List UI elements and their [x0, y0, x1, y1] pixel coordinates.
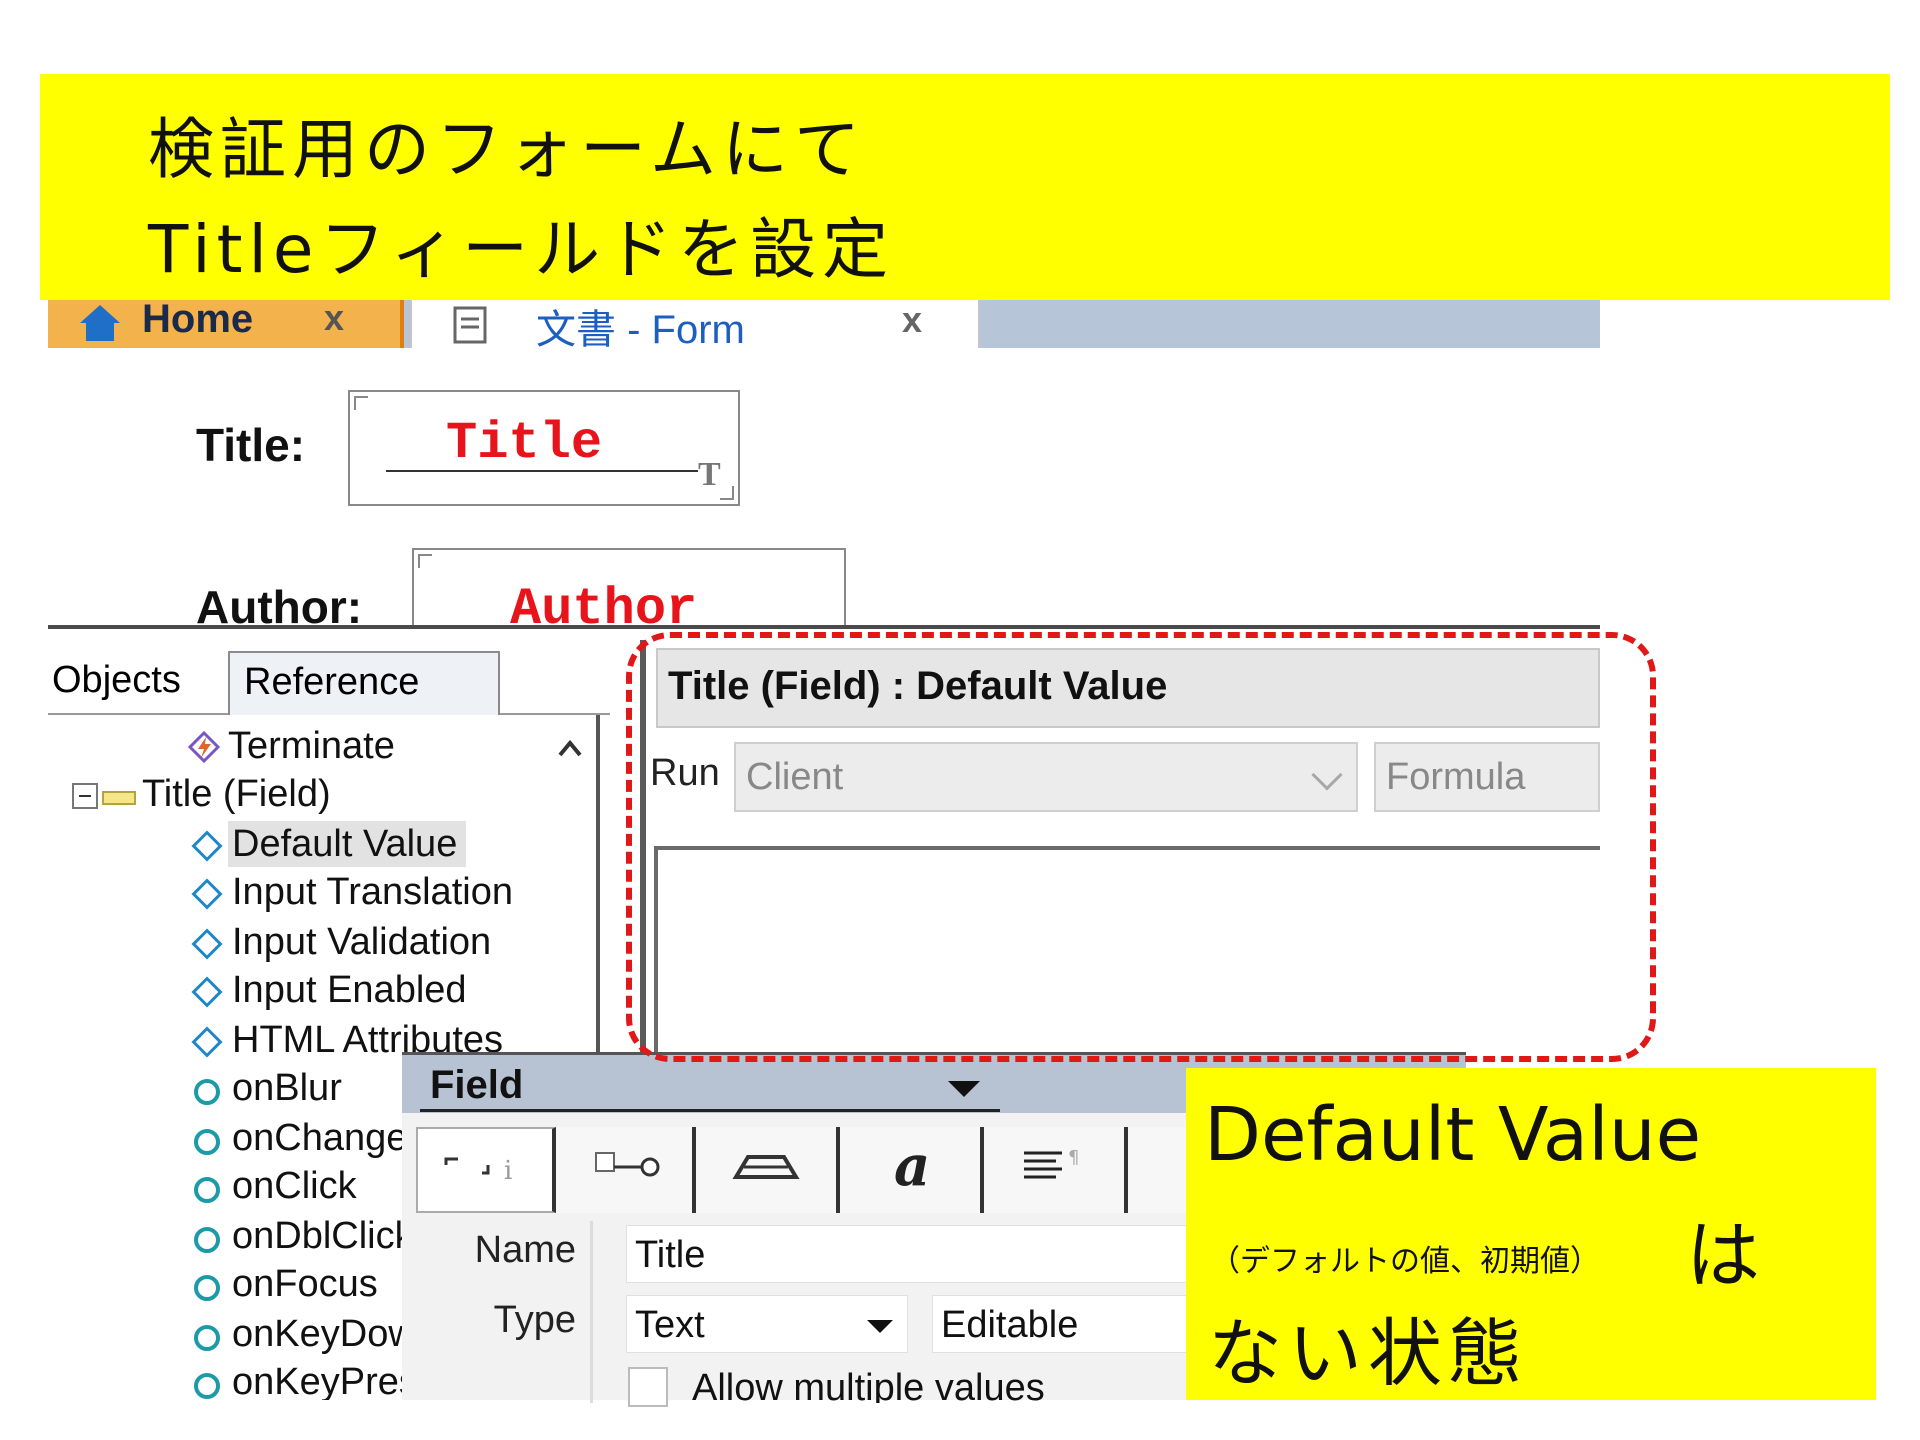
tab-home-close-icon[interactable]: x	[324, 297, 344, 339]
tab-document-form[interactable]: 文書 - Form x	[410, 295, 980, 352]
callout-bottom-line1: Default Value	[1204, 1092, 1702, 1178]
tab-font[interactable]: a	[844, 1127, 984, 1213]
tab-strip: Home x 文書 - Form x	[48, 295, 1600, 352]
field-icon	[102, 791, 136, 805]
title-field[interactable]: Title T	[348, 390, 740, 506]
event-circle-icon	[194, 1227, 220, 1253]
editor-title: Title (Field) : Default Value	[668, 664, 1168, 708]
dropdown-arrow-icon	[867, 1320, 893, 1333]
event-circle-icon	[194, 1079, 220, 1105]
author-field-text: Author	[510, 580, 698, 625]
event-circle-icon	[194, 1177, 220, 1203]
event-circle-icon	[194, 1275, 220, 1301]
field-corner-mark	[354, 396, 368, 410]
document-icon	[453, 306, 487, 344]
callout-bottom-note: （デフォルトの値、初期値）	[1210, 1244, 1600, 1279]
tab-home-label: Home	[142, 297, 254, 341]
terminate-icon	[188, 731, 220, 763]
scroll-up-icon[interactable]	[554, 733, 586, 765]
tree-item-label: Title (Field)	[142, 773, 331, 815]
diamond-icon	[191, 830, 223, 862]
collapse-icon[interactable]	[72, 783, 98, 809]
allow-multiple-checkbox[interactable]	[628, 1367, 668, 1407]
name-label: Name	[474, 1229, 576, 1271]
diamond-icon	[191, 928, 223, 960]
callout-bottom: Default Value （デフォルトの値、初期値） は ない状態	[1186, 1068, 1876, 1400]
svg-text:a: a	[894, 1133, 930, 1199]
tree-item-label: onChange	[232, 1117, 408, 1159]
callout-top: 検証用のフォームにて Titleフィールドを設定	[40, 74, 1890, 300]
language-select[interactable]: Formula	[1374, 742, 1600, 812]
text-type-mark: T	[698, 456, 721, 493]
hat-icon	[732, 1155, 800, 1179]
diamond-icon	[191, 1026, 223, 1058]
callout-top-line1: 検証用のフォームにて	[148, 111, 867, 188]
field-corner-mark	[418, 554, 432, 568]
tree-item-label: Default Value	[232, 823, 458, 865]
run-target-value: Client	[746, 756, 844, 798]
tab-paragraph[interactable]: ¶	[988, 1127, 1128, 1213]
home-icon	[80, 305, 120, 341]
callout-top-line2: Titleフィールドを設定	[148, 211, 895, 288]
field-underline	[386, 470, 698, 472]
chevron-down-icon	[1311, 759, 1343, 791]
callout-bottom-particle: は	[1686, 1213, 1760, 1299]
language-value: Formula	[1386, 756, 1526, 798]
title-label: Title:	[196, 419, 306, 471]
allow-multiple-label: Allow multiple values	[692, 1367, 1045, 1403]
name-value: Title	[635, 1234, 706, 1276]
svg-text:i: i	[504, 1156, 512, 1186]
tree-item-label: onFocus	[232, 1263, 378, 1305]
tab-objects[interactable]: Objects	[52, 651, 228, 715]
tree-item-label: onDblClick	[232, 1215, 414, 1257]
author-label: Author:	[196, 581, 363, 625]
properties-divider	[590, 1221, 593, 1403]
align-icon: ¶	[1024, 1147, 1079, 1179]
type-select[interactable]: Text	[626, 1295, 908, 1353]
field-corner-mark	[720, 486, 734, 500]
tree-item-label: Terminate	[228, 725, 395, 767]
tab-document-label: 文書 - Form	[536, 308, 745, 352]
tab-field-info[interactable]: i	[416, 1127, 556, 1213]
tree-item-label: Input Translation	[232, 871, 513, 913]
tab-home[interactable]: Home x	[48, 295, 404, 348]
editable-value: Editable	[941, 1304, 1079, 1346]
run-label: Run	[650, 752, 720, 794]
svg-text:¶: ¶	[1068, 1147, 1079, 1168]
event-circle-icon	[194, 1325, 220, 1351]
tree-item-label: onClick	[232, 1165, 357, 1207]
tab-document-close-icon[interactable]: x	[902, 299, 922, 341]
run-target-select[interactable]: Client	[734, 742, 1358, 812]
font-icon: a	[894, 1133, 930, 1199]
tab-advanced[interactable]	[700, 1127, 840, 1213]
diamond-icon	[191, 976, 223, 1008]
type-label: Type	[493, 1299, 576, 1341]
objects-panel-tabs: Objects Reference	[48, 651, 610, 715]
tree-item-label: Input Validation	[232, 921, 492, 963]
header-underline	[420, 1109, 1000, 1112]
callout-bottom-line3: ない状態	[1208, 1311, 1528, 1397]
event-circle-icon	[194, 1129, 220, 1155]
author-field-clip: Author	[412, 548, 848, 625]
tree-item-label: onBlur	[232, 1067, 342, 1109]
formula-editor[interactable]	[654, 846, 1600, 1058]
properties-dropdown-icon[interactable]	[948, 1081, 980, 1097]
tab-reference[interactable]: Reference	[228, 651, 500, 715]
tab-control[interactable]	[556, 1127, 696, 1213]
field-info-icon: i	[444, 1156, 512, 1186]
editor-header: Title (Field) : Default Value	[656, 648, 1600, 728]
properties-title: Field	[430, 1063, 524, 1107]
control-icon	[595, 1152, 660, 1177]
event-circle-icon	[194, 1373, 220, 1399]
title-field-text: Title	[446, 414, 603, 473]
tree-item-label: Input Enabled	[232, 969, 467, 1011]
diamond-icon	[191, 878, 223, 910]
type-value: Text	[635, 1304, 705, 1346]
author-field[interactable]: Author	[412, 548, 846, 625]
